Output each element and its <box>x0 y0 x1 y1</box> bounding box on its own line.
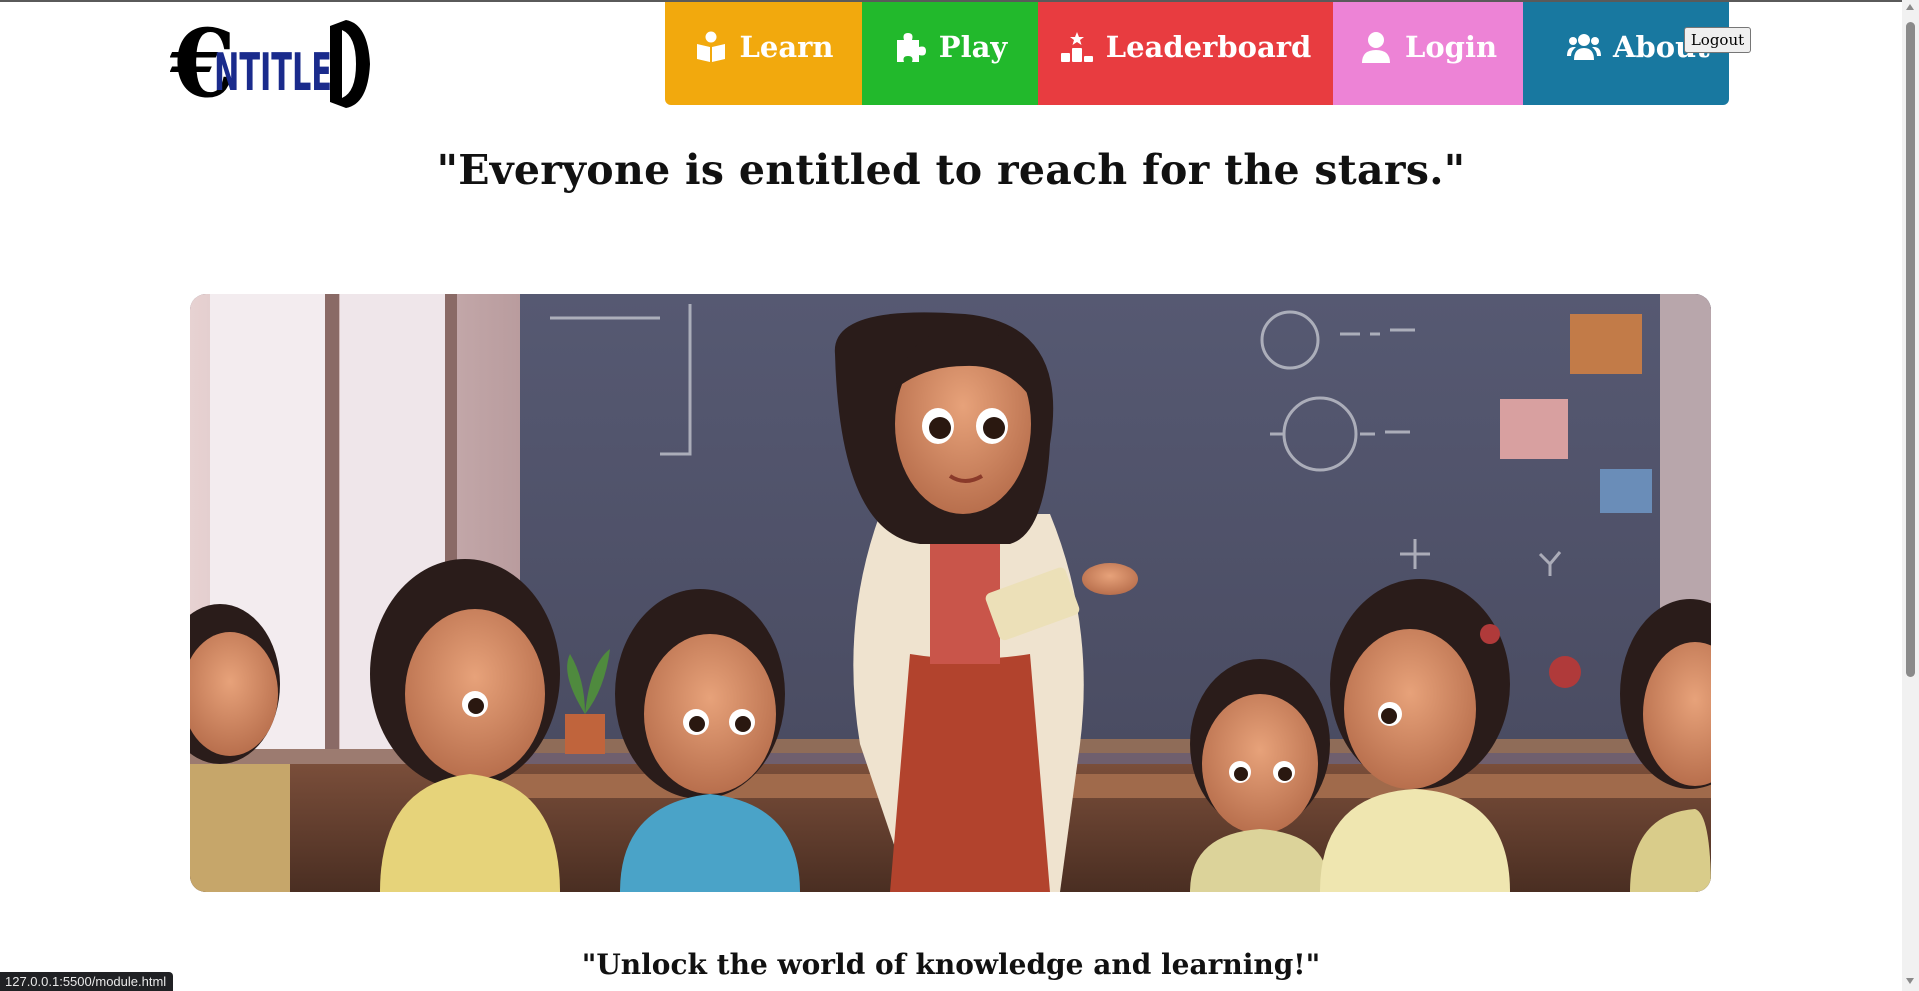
book-reader-icon <box>694 30 728 64</box>
page-scrollbar[interactable] <box>1902 0 1919 991</box>
user-icon <box>1359 30 1393 64</box>
scrollbar-thumb[interactable] <box>1906 22 1915 677</box>
podium-icon <box>1060 30 1094 64</box>
svg-text:NTITLE: NTITLE <box>214 43 332 103</box>
logout-button[interactable]: Logout <box>1684 27 1751 53</box>
nav-label-login: Login <box>1404 29 1498 64</box>
nav-item-leaderboard[interactable]: Leaderboard <box>1038 2 1333 105</box>
status-bar-url: 127.0.0.1:5500/module.html <box>0 972 174 991</box>
nav-label-learn: Learn <box>739 29 834 64</box>
main-nav: Learn Play Leaderboard Login About <box>665 2 1729 105</box>
hero-quote: "Everyone is entitled to reach for the s… <box>436 146 1466 194</box>
scroll-down-arrow-icon[interactable] <box>1906 978 1914 984</box>
entitled-logo[interactable]: € NTITLE <box>169 9 370 119</box>
users-icon <box>1567 30 1601 64</box>
nav-item-login[interactable]: Login <box>1333 2 1523 105</box>
knowledge-quote: "Unlock the world of knowledge and learn… <box>581 948 1321 981</box>
classroom-teacher-illustration <box>190 294 1711 892</box>
nav-label-play: Play <box>938 29 1008 64</box>
scroll-up-arrow-icon[interactable] <box>1906 4 1914 10</box>
nav-label-leaderboard: Leaderboard <box>1105 29 1312 64</box>
puzzle-piece-icon <box>893 30 927 64</box>
nav-item-play[interactable]: Play <box>862 2 1038 105</box>
nav-item-about[interactable]: About <box>1523 2 1729 105</box>
nav-item-learn[interactable]: Learn <box>665 2 862 105</box>
